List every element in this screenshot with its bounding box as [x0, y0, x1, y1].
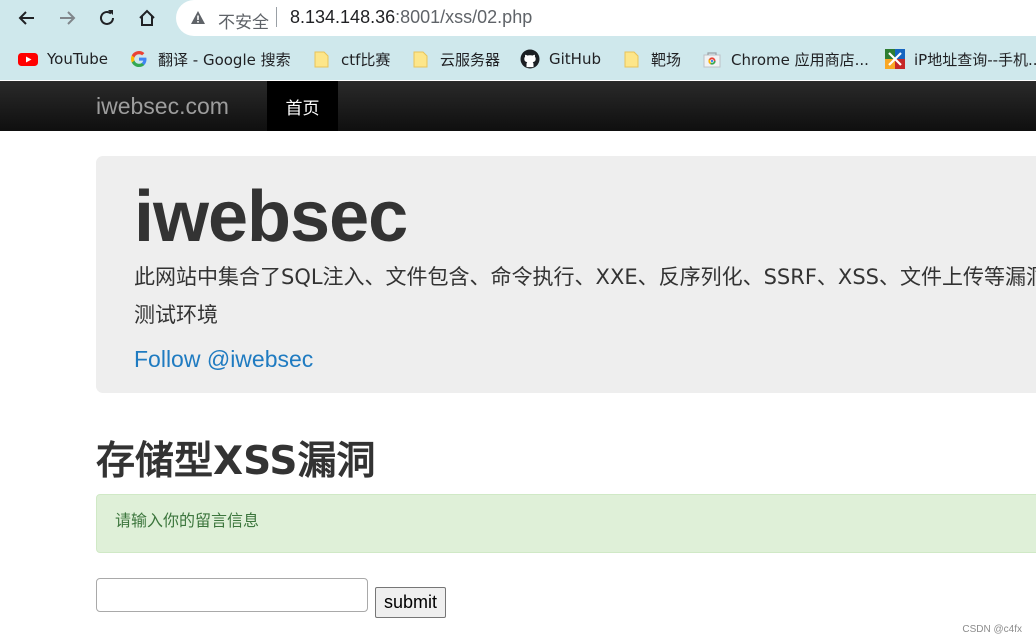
- url-host: 8.134.148.36: [290, 7, 396, 27]
- bookmark-label: GitHub: [549, 50, 601, 68]
- bookmark-youtube[interactable]: YouTube: [18, 48, 108, 70]
- address-separator: [276, 7, 277, 27]
- bookmark-label: YouTube: [47, 50, 108, 68]
- nav-item-home-label: 首页: [285, 98, 320, 119]
- forward-arrow-icon: [60, 11, 76, 25]
- jumbotron-lead: 此网站中集合了SQL注入、文件包含、命令执行、XXE、反序列化、SSRF、XSS…: [134, 265, 1036, 327]
- bookmarks-bar: YouTube 翻译 - Google 搜索 ctf比赛 云服务器 GitHub…: [0, 37, 1036, 80]
- address-bar[interactable]: 不安全 8.134.148.36:8001/xss/02.php: [176, 0, 1036, 36]
- bookmark-github[interactable]: GitHub: [520, 48, 601, 70]
- site-brand-link[interactable]: iwebsec.com: [96, 93, 229, 120]
- bookmark-label: 靶场: [651, 50, 682, 69]
- info-alert: 请输入你的留言信息: [96, 494, 1036, 553]
- submit-button[interactable]: submit: [375, 587, 446, 618]
- back-button[interactable]: [14, 5, 40, 31]
- page-heading: 存储型XSS漏洞: [96, 439, 376, 484]
- folder-icon: [411, 49, 431, 69]
- bookmark-label: ctf比赛: [341, 50, 391, 69]
- site-navbar: iwebsec.com 首页: [0, 81, 1036, 131]
- folder-icon: [312, 49, 332, 69]
- ip-lookup-icon: [885, 49, 905, 69]
- follow-link[interactable]: Follow @iwebsec: [134, 346, 313, 373]
- bookmark-folder-range[interactable]: 靶场: [622, 48, 681, 70]
- bookmark-label: 翻译 - Google 搜索: [158, 50, 291, 69]
- forward-button[interactable]: [54, 5, 80, 31]
- nav-item-home[interactable]: 首页: [267, 81, 338, 131]
- warning-triangle-icon: [191, 11, 205, 24]
- bookmark-chrome-webstore[interactable]: Chrome 应用商店...: [702, 48, 869, 70]
- youtube-icon: [18, 49, 38, 69]
- bookmark-label: 云服务器: [440, 50, 501, 69]
- home-button[interactable]: [134, 5, 160, 31]
- reload-button[interactable]: [94, 5, 120, 31]
- browser-toolbar: 不安全 8.134.148.36:8001/xss/02.php: [0, 0, 1036, 37]
- url-path: :8001/xss/02.php: [395, 7, 533, 27]
- alert-text: 请输入你的留言信息: [115, 511, 260, 530]
- chrome-webstore-icon: [702, 49, 722, 69]
- bookmark-folder-cloud[interactable]: 云服务器: [411, 48, 500, 70]
- bookmark-google-translate[interactable]: 翻译 - Google 搜索: [129, 48, 291, 70]
- message-input[interactable]: [96, 578, 368, 612]
- reload-icon: [100, 10, 114, 25]
- back-arrow-icon: [18, 11, 34, 25]
- bookmark-ip-lookup[interactable]: iP地址查询--手机...: [885, 48, 1036, 70]
- github-icon: [520, 49, 540, 69]
- home-icon: [139, 9, 155, 26]
- bookmark-label: Chrome 应用商店...: [731, 50, 869, 69]
- csdn-watermark: CSDN @c4fx: [962, 624, 1022, 635]
- bookmark-folder-ctf[interactable]: ctf比赛: [312, 48, 390, 70]
- url-text: 8.134.148.36:8001/xss/02.php: [290, 7, 532, 28]
- jumbotron-title: iwebsec: [134, 177, 408, 257]
- jumbotron: iwebsec 此网站中集合了SQL注入、文件包含、命令执行、XXE、反序列化、…: [96, 156, 1036, 393]
- folder-icon: [622, 49, 642, 69]
- google-icon: [129, 49, 149, 69]
- insecure-label: 不安全: [218, 13, 269, 33]
- bookmark-label: iP地址查询--手机...: [914, 50, 1036, 69]
